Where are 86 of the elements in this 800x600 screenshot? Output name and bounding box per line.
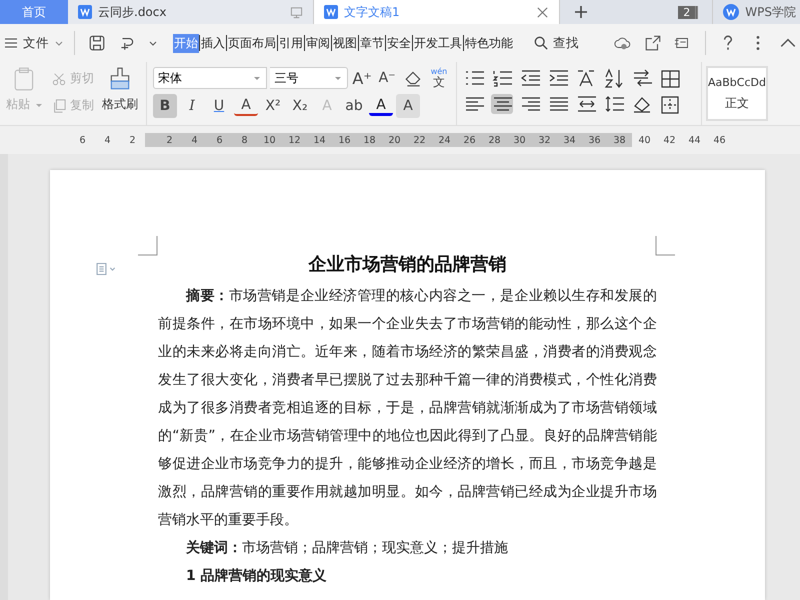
document-tab[interactable]: 文字文稿1: [314, 0, 560, 24]
ruler-number: 4: [190, 134, 199, 146]
ruler-number: 44: [687, 134, 702, 146]
margin-mark: [655, 236, 675, 256]
ruler-number: 32: [537, 134, 552, 146]
format-button[interactable]: B: [153, 94, 177, 118]
ruler-number: 40: [637, 134, 652, 146]
new-tab-icon[interactable]: [574, 5, 588, 19]
font-size-field[interactable]: 三号: [270, 67, 348, 89]
ruler-number: 14: [312, 134, 327, 146]
search-icon: [534, 36, 548, 50]
ruler-number: 22: [412, 134, 427, 146]
ruler-number: 24: [437, 134, 452, 146]
writer-file-icon: [78, 5, 92, 19]
ruler-number: 16: [337, 134, 352, 146]
paragraph-tool-icon[interactable]: [603, 68, 625, 88]
ruler-number: 18: [362, 134, 377, 146]
format-button[interactable]: A: [369, 96, 393, 116]
ruler-number: 4: [103, 134, 112, 146]
font-size-button[interactable]: A⁺: [351, 66, 374, 90]
document-tab[interactable]: 云同步.docx: [68, 0, 314, 24]
ribbon-tab[interactable]: 特色功能: [464, 34, 514, 52]
ribbon-tab[interactable]: 章节: [359, 34, 385, 52]
ruler-number: 2: [128, 134, 137, 146]
ruler-number: 20: [387, 134, 402, 146]
ribbon-tab[interactable]: 插入: [200, 34, 226, 52]
format-button[interactable]: ab: [342, 94, 366, 118]
format-button[interactable]: A: [396, 94, 420, 118]
ribbon-tab[interactable]: 页面布局: [227, 34, 277, 52]
monitor-icon: [290, 6, 303, 18]
alignment-icon[interactable]: [603, 94, 625, 114]
eraser-icon[interactable]: [404, 69, 422, 87]
phonetic-guide-button[interactable]: wén 文: [428, 66, 450, 90]
ruler-number: 28: [487, 134, 502, 146]
scissors-icon: [52, 72, 66, 86]
keywords-paragraph: 关键词：市场营销；品牌营销；现实意义；提升措施: [184, 539, 509, 558]
save-icon[interactable]: [88, 34, 106, 52]
ruler-number: 8: [240, 134, 249, 146]
format-button[interactable]: A: [234, 96, 258, 116]
ruler-number: 2: [165, 134, 174, 146]
writer-file-icon: [324, 5, 338, 19]
margin-mark: [138, 236, 158, 256]
ribbon-tab[interactable]: 安全: [386, 34, 412, 52]
paragraph-tool-icon[interactable]: [491, 68, 513, 88]
ruler-number: 34: [562, 134, 577, 146]
paragraph-tool-icon[interactable]: [631, 68, 653, 88]
share-icon[interactable]: [644, 34, 662, 52]
paragraph-tool-icon[interactable]: [659, 68, 681, 88]
ruler-number: 46: [712, 134, 727, 146]
ruler-number: 30: [512, 134, 527, 146]
close-icon[interactable]: [536, 6, 549, 18]
ribbon-tab[interactable]: 开发工具: [413, 34, 463, 52]
format-painter-button[interactable]: 格式刷: [102, 96, 138, 113]
ribbon-tab[interactable]: 审阅: [305, 34, 331, 52]
ruler-number: 12: [287, 134, 302, 146]
copy-icon: [52, 98, 66, 112]
ruler-number: 10: [262, 134, 277, 146]
paragraph-tool-icon[interactable]: [575, 68, 597, 88]
alignment-icon[interactable]: [575, 94, 597, 114]
alignment-icon[interactable]: [491, 94, 513, 114]
find-button[interactable]: 查找: [534, 34, 579, 52]
abstract-paragraph: 摘要：市场营销是企业经济管理的核心内容之一，是企业赖以生存和发展的前提条件，在市场环境中，如果一个企业失去了市场营销的能动性，那么这个企业的未来必将走向消亡。近年来，随着市场经济的繁荣昌盛，消费者的消费观念发生了很大变化，消费者早已摆脱了过去那种千篇一律的消费模式，个性化消费成为了很多消费者竞相追逐的目标，于是，品牌营销就渐渐成为了市场营销领域的“新贵”，在企业市场营销管理中的地位也因此得到了凸显。良好的品牌营销能够促进企业市场竞争力的提升，能够推动企业经济的增长，而且，市场竞争越是激烈，品牌营销的重要作用就越加明显。如今，品牌营销已经成为企业提升市场营销水平的重要手段。: [158, 287, 657, 530]
ribbon-tab[interactable]: 引用: [278, 34, 304, 52]
ruler-number: 42: [662, 134, 677, 146]
document-title: 企业市场营销的品牌营销: [307, 253, 508, 276]
font-size-button[interactable]: A⁻: [376, 66, 398, 90]
style-preset-button[interactable]: AaBbCcDd 正文: [706, 66, 768, 121]
font-family-field[interactable]: 宋体: [153, 67, 268, 89]
alignment-icon[interactable]: [659, 94, 681, 114]
paragraph-tool-icon[interactable]: [519, 68, 541, 88]
ruler-number: 36: [587, 134, 602, 146]
ruler-number: 6: [215, 134, 224, 146]
ribbon-tab[interactable]: 视图: [332, 34, 358, 52]
window-count-badge[interactable]: 2: [678, 6, 698, 18]
menu-icon: [4, 36, 18, 50]
format-button[interactable]: X₂: [288, 94, 312, 118]
format-button[interactable]: X²: [261, 94, 285, 118]
paragraph-tool-icon[interactable]: [547, 68, 569, 88]
ruler-number: 38: [612, 134, 627, 146]
file-menu[interactable]: 文件: [4, 34, 64, 52]
ruler-number: 6: [78, 134, 87, 146]
section-heading: 1 品牌营销的现实意义: [185, 566, 328, 586]
ruler-number: 26: [462, 134, 477, 146]
format-button[interactable]: U: [207, 94, 231, 118]
logo-icon: [723, 4, 740, 20]
format-button[interactable]: I: [180, 94, 204, 118]
